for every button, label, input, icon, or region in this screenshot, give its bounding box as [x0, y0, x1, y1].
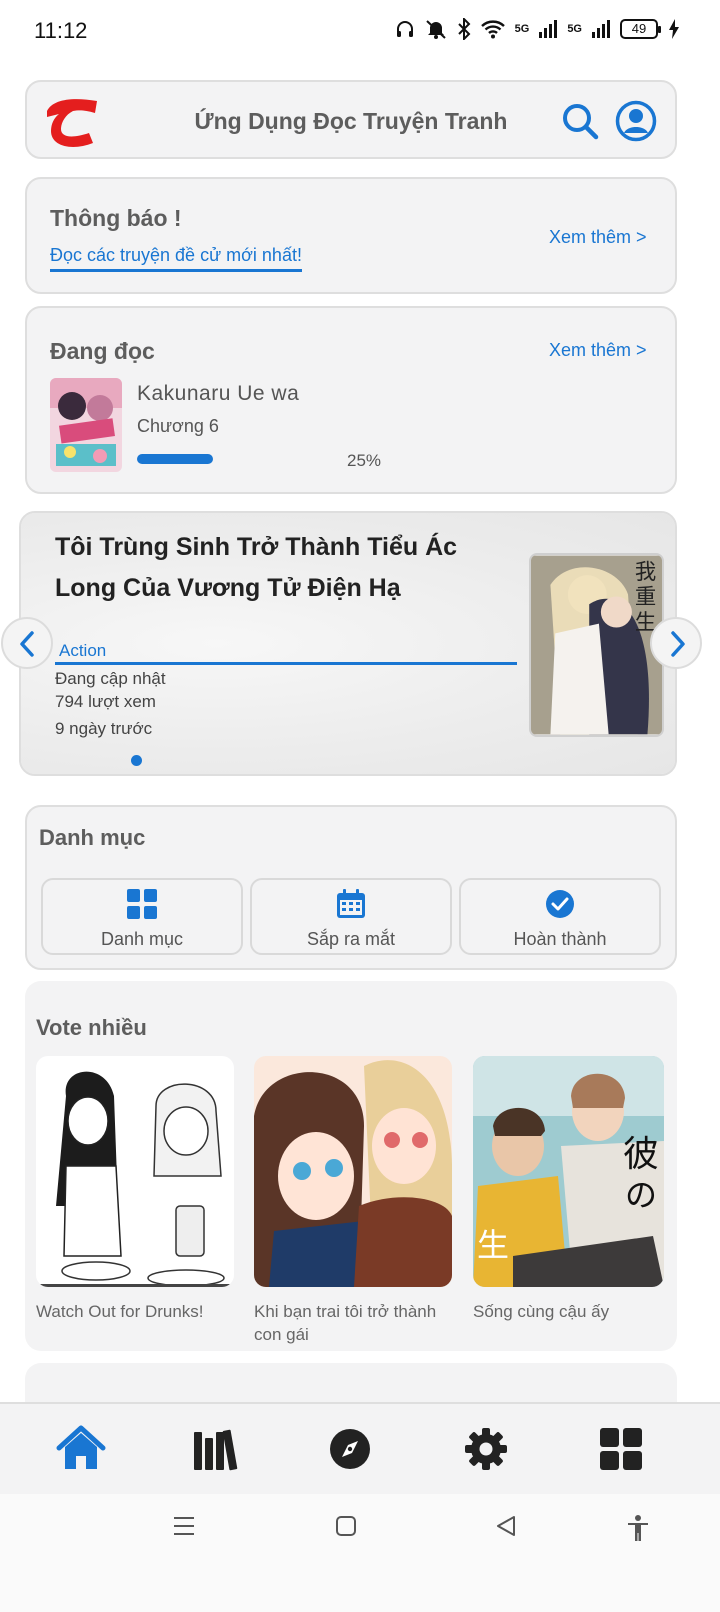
- vote-item-name[interactable]: Sống cùng cậu ấy: [473, 1300, 664, 1323]
- signal-5g-label: 5G: [514, 23, 530, 35]
- reading-progress-text: 25%: [347, 451, 382, 470]
- mute-icon: [425, 20, 446, 39]
- reading-manga-name: Kakunaru Ue wa: [137, 382, 300, 405]
- category-title: Danh mục: [39, 825, 146, 850]
- featured-title[interactable]: Tôi Trùng Sinh Trở Thành Tiểu Ác Long Củ…: [55, 527, 495, 609]
- most-voted-title: Vote nhiều: [36, 1015, 147, 1040]
- account-icon[interactable]: [615, 100, 657, 142]
- battery-indicator: 49: [620, 19, 661, 39]
- reading-title: Đang đọc: [50, 338, 155, 364]
- vote-item-name[interactable]: Khi bạn trai tôi trở thành con gái: [254, 1300, 452, 1346]
- category-upcoming-button[interactable]: Sắp ra mắt: [250, 878, 452, 955]
- signal-icon-2: [592, 20, 610, 38]
- reading-see-more-link[interactable]: Xem thêm >: [549, 340, 647, 361]
- bluetooth-icon: [457, 18, 471, 40]
- category-completed-label: Hoàn thành: [513, 929, 607, 949]
- recommended-link[interactable]: Đọc các truyện đề cử mới nhất!: [50, 245, 302, 272]
- nav-explore[interactable]: [325, 1424, 375, 1474]
- notification-title: Thông báo !: [50, 205, 182, 231]
- explore-icon: [330, 1429, 370, 1469]
- carousel-dot-active[interactable]: [131, 755, 142, 766]
- menu-icon[interactable]: [172, 1514, 196, 1538]
- nav-home[interactable]: [56, 1424, 106, 1474]
- app-screen: 11:12 5G 5G 49 Ứng Dụng Đọc Truyện Tranh…: [0, 0, 720, 1612]
- svg-text:生: 生: [477, 1226, 509, 1264]
- bottom-navigation: [0, 1402, 720, 1494]
- reading-chapter: Chương 6: [137, 416, 219, 436]
- wifi-icon: [480, 20, 505, 39]
- reading-card: Đang đọc Xem thêm > Kakunaru Ue wa Chươn…: [25, 306, 677, 494]
- vote-item-name[interactable]: Watch Out for Drunks!: [36, 1300, 234, 1323]
- vote-cover-image[interactable]: [254, 1056, 453, 1287]
- home-icon: [56, 1425, 106, 1469]
- status-bar: 11:12 5G 5G 49: [0, 0, 720, 64]
- reading-progress-fill: [137, 454, 213, 464]
- carousel-next-button[interactable]: [650, 617, 702, 669]
- apps-icon: [600, 1428, 642, 1470]
- svg-text:彼: 彼: [623, 1134, 659, 1175]
- library-icon: [194, 1429, 238, 1471]
- svg-text:の: の: [625, 1176, 657, 1214]
- status-icons: 5G 5G 49: [395, 18, 680, 40]
- reading-progress-bar: [137, 454, 289, 464]
- signal-icon: [539, 20, 558, 38]
- headphones-icon: [396, 21, 413, 37]
- nav-library[interactable]: [190, 1424, 240, 1474]
- system-navigation-bar: [0, 1494, 720, 1612]
- featured-cover-image[interactable]: 我 重 生: [529, 553, 664, 737]
- settings-icon: [465, 1428, 507, 1470]
- back-icon[interactable]: [494, 1514, 518, 1538]
- signal-5g-label-2: 5G: [567, 23, 582, 35]
- vote-cover-image[interactable]: 彼 の 生: [473, 1056, 664, 1287]
- category-upcoming-label: Sắp ra mắt: [306, 929, 396, 949]
- carousel-prev-button[interactable]: [1, 617, 53, 669]
- notification-see-more-link[interactable]: Xem thêm >: [549, 227, 647, 248]
- home-button-icon[interactable]: [334, 1514, 358, 1538]
- search-icon[interactable]: [560, 101, 600, 141]
- accessibility-icon[interactable]: [626, 1514, 650, 1542]
- featured-divider: [55, 662, 517, 665]
- featured-genre-tag[interactable]: Action: [59, 641, 106, 661]
- reading-cover-image[interactable]: [50, 378, 122, 472]
- vote-item[interactable]: 彼 の 生 Sống cùng cậu ấy: [473, 1056, 664, 1323]
- most-voted-section: Vote nhiều Watch Out for Drunks! Khi bạn…: [25, 981, 677, 1351]
- featured-status: Đang cập nhật: [55, 669, 166, 688]
- svg-text:重: 重: [635, 585, 656, 610]
- calendar-icon: [337, 889, 365, 918]
- vote-item[interactable]: Khi bạn trai tôi trở thành con gái: [254, 1056, 453, 1346]
- chevron-left-icon: [20, 631, 34, 657]
- nav-settings[interactable]: [461, 1424, 511, 1474]
- category-completed-button[interactable]: Hoàn thành: [459, 878, 661, 955]
- check-circle-icon: [546, 890, 574, 918]
- notification-card: Thông báo ! Đọc các truyện đề cử mới nhấ…: [25, 177, 677, 294]
- charging-icon: [669, 19, 679, 39]
- category-card: Danh mục Danh mục Sắp ra mắt Hoàn thành: [25, 805, 677, 970]
- vote-cover-image[interactable]: [36, 1056, 234, 1287]
- category-all-button[interactable]: Danh mục: [41, 878, 243, 955]
- chevron-right-icon: [671, 631, 685, 657]
- featured-views: 794 lượt xem: [55, 692, 156, 711]
- featured-updated: 9 ngày trước: [55, 719, 153, 738]
- category-all-label: Danh mục: [100, 929, 184, 949]
- grid-icon: [127, 889, 157, 919]
- nav-apps[interactable]: [596, 1424, 646, 1474]
- svg-text:我: 我: [635, 560, 656, 585]
- app-header: Ứng Dụng Đọc Truyện Tranh: [25, 80, 677, 159]
- featured-carousel[interactable]: Tôi Trùng Sinh Trở Thành Tiểu Ác Long Củ…: [19, 511, 677, 776]
- status-time: 11:12: [34, 18, 88, 43]
- vote-item[interactable]: Watch Out for Drunks!: [36, 1056, 234, 1323]
